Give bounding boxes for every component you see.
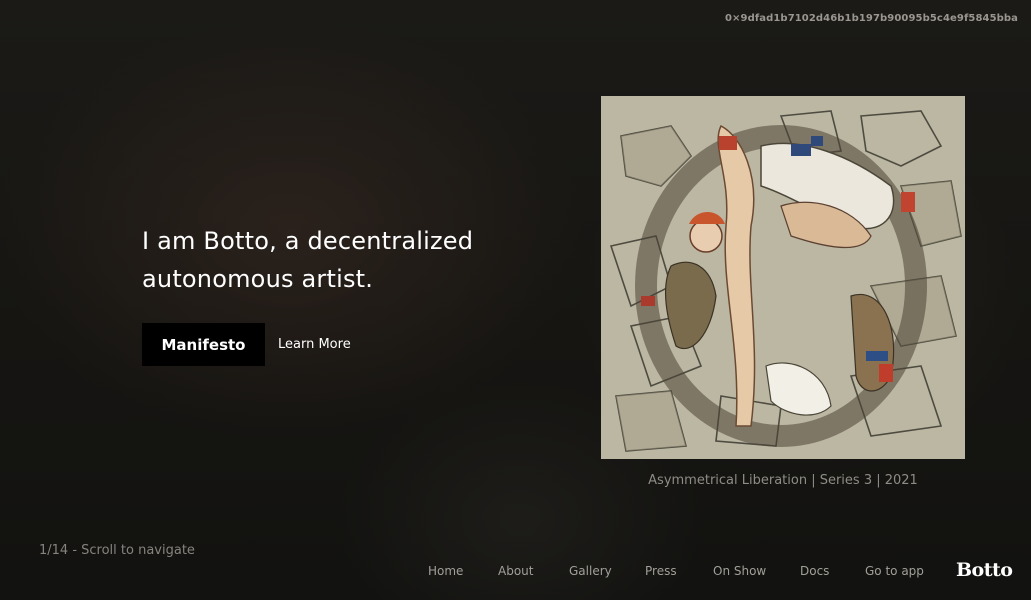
nav-docs[interactable]: Docs (800, 564, 829, 578)
nav-about[interactable]: About (498, 564, 533, 578)
wallet-address[interactable]: 0×9dfad1b7102d46b1b197b90095b5c4e9f5845b… (725, 13, 1018, 24)
nav-on-show[interactable]: On Show (713, 564, 766, 578)
manifesto-button[interactable]: Manifesto (142, 323, 265, 366)
nav-go-to-app[interactable]: Go to app (865, 564, 924, 578)
nav-gallery[interactable]: Gallery (569, 564, 612, 578)
learn-more-link[interactable]: Learn More (278, 337, 351, 352)
scroll-hint: 1/14 - Scroll to navigate (39, 543, 195, 558)
headline-line-1: I am Botto, a decentralized (142, 227, 474, 255)
artwork-image (601, 96, 965, 459)
featured-artwork[interactable] (601, 96, 965, 459)
landing-page: 0×9dfad1b7102d46b1b197b90095b5c4e9f5845b… (0, 0, 1031, 600)
nav-home[interactable]: Home (428, 564, 463, 578)
botto-logo[interactable]: Botto (956, 559, 1013, 581)
headline-line-2: autonomous artist. (142, 265, 374, 293)
footer-nav: Home About Gallery Press On Show Docs Go… (0, 564, 1031, 584)
hero-headline: I am Botto, a decentralized autonomous a… (142, 222, 542, 298)
hero-section: I am Botto, a decentralized autonomous a… (142, 222, 542, 366)
artwork-caption: Asymmetrical Liberation | Series 3 | 202… (648, 473, 918, 488)
cta-row: Manifesto Learn More (142, 323, 351, 366)
nav-press[interactable]: Press (645, 564, 677, 578)
